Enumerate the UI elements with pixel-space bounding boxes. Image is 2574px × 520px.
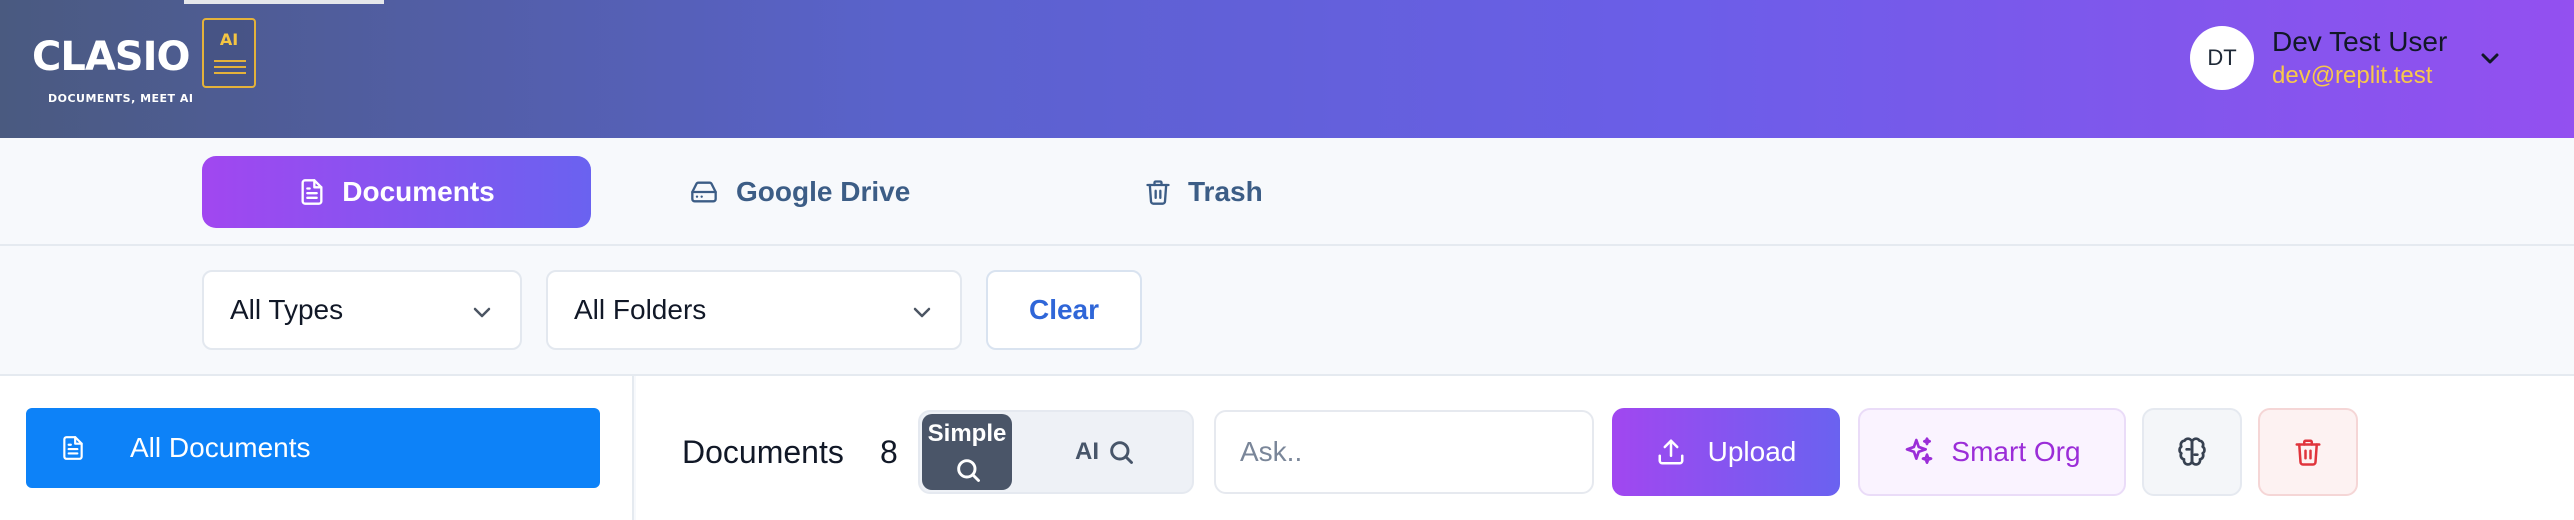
search-icon: [957, 459, 980, 482]
drive-icon: [691, 181, 717, 203]
document-count: 8: [880, 434, 898, 470]
header-top-tab: [184, 0, 384, 4]
delete-button[interactable]: [2258, 408, 2358, 496]
chevron-down-icon[interactable]: [2478, 46, 2502, 70]
sidebar-item-label: All Documents: [130, 432, 311, 463]
smart-org-button[interactable]: Smart Org: [1858, 408, 2126, 496]
app-logo[interactable]: CLASIO DOCUMENTS, MEET AI AI: [32, 18, 262, 128]
logo-badge-label: AI: [219, 30, 239, 49]
document-icon: [301, 179, 323, 205]
ai-brain-button[interactable]: [2142, 408, 2242, 496]
document-icon: [63, 436, 83, 460]
filter-bar: All Types All Folders Clear: [0, 246, 2574, 376]
upload-icon: [1658, 439, 1684, 465]
user-email: dev@replit.test: [2272, 62, 2433, 89]
search-mode-simple-button[interactable]: Simple: [922, 414, 1012, 490]
sparkles-icon: [1906, 437, 1933, 464]
sidebar: All Documents: [0, 376, 634, 520]
search-mode-ai-button[interactable]: AI: [1022, 414, 1188, 490]
type-filter-value: All Types: [230, 294, 344, 325]
search-mode-ai-label: AI: [1075, 438, 1099, 465]
smart-org-label: Smart Org: [1951, 436, 2081, 467]
search-icon: [1110, 441, 1133, 464]
chevron-down-icon: [473, 307, 491, 318]
tab-google-drive[interactable]: Google Drive: [688, 156, 910, 228]
page-title: Documents: [682, 434, 844, 470]
search-mode-toggle: Simple AI: [918, 410, 1194, 494]
folder-filter-value: All Folders: [574, 294, 707, 325]
search-mode-simple-label: Simple: [927, 420, 1007, 447]
app-header: CLASIO DOCUMENTS, MEET AI AI DT Dev Test…: [0, 0, 2574, 138]
tab-documents-label: Documents: [342, 176, 495, 207]
sidebar-item-all-documents[interactable]: All Documents: [26, 408, 600, 488]
ask-input[interactable]: [1214, 410, 1594, 494]
avatar[interactable]: DT: [2190, 26, 2254, 90]
logo-badge-lines-icon: [214, 60, 246, 74]
tab-documents[interactable]: Documents: [202, 156, 591, 228]
logo-ai-badge: AI: [202, 18, 256, 88]
main-content: Documents 8 Simple AI Upload Smart Org: [636, 376, 2574, 520]
tab-trash[interactable]: Trash: [1144, 156, 1263, 228]
trash-icon: [1146, 180, 1170, 205]
upload-label: Upload: [1707, 436, 1797, 467]
clear-filters-button[interactable]: Clear: [986, 270, 1142, 350]
main-nav: Documents Google Drive Trash: [0, 138, 2574, 246]
type-filter-select[interactable]: All Types: [202, 270, 522, 350]
tab-google-drive-label: Google Drive: [736, 176, 911, 207]
user-name: Dev Test User: [2272, 26, 2448, 57]
tab-trash-label: Trash: [1188, 176, 1263, 207]
brain-icon: [2178, 437, 2206, 466]
folder-filter-select[interactable]: All Folders: [546, 270, 962, 350]
upload-button[interactable]: Upload: [1612, 408, 1840, 496]
trash-icon: [2295, 439, 2321, 466]
chevron-down-icon: [913, 307, 931, 318]
logo-tagline: DOCUMENTS, MEET AI: [48, 92, 194, 105]
logo-wordmark: CLASIO: [32, 34, 190, 80]
